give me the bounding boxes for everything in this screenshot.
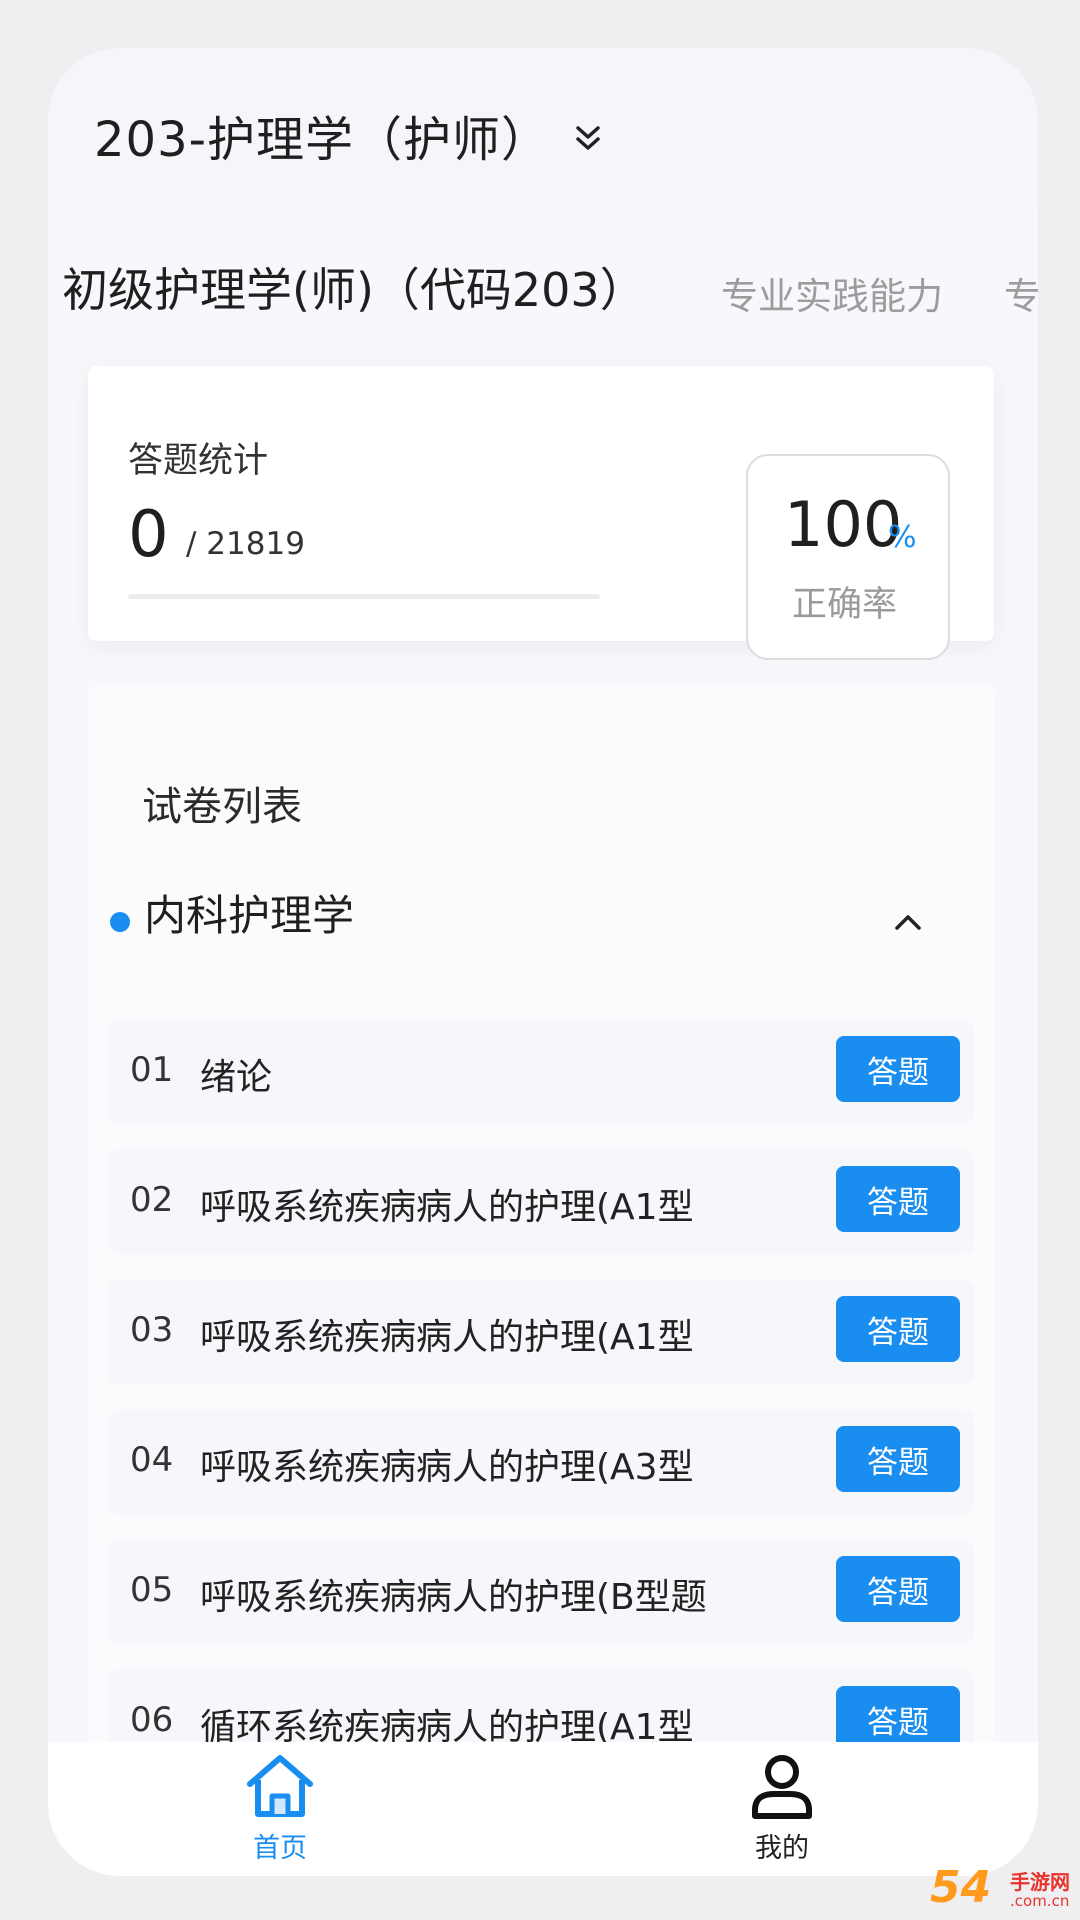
tab-professional-practice[interactable]: 专业实践能力 xyxy=(721,266,943,320)
list-item[interactable]: 02 呼吸系统疾病病人的护理(A1型 答题 xyxy=(108,1150,974,1254)
site-watermark-logo: 54 手游网 .com.cn xyxy=(930,1862,1076,1916)
answered-count: 0 xyxy=(128,498,169,572)
subject-selector[interactable]: 203-护理学（护师） xyxy=(94,100,550,170)
answer-stats-card: 答题统计 0 / 21819 100 % 正确率 xyxy=(88,366,994,660)
header: 203-护理学（护师） xyxy=(48,48,1038,208)
paper-list-title: 试卷列表 xyxy=(142,784,302,830)
watermark-line2: .com.cn xyxy=(1010,1892,1070,1910)
item-number: 04 xyxy=(130,1440,174,1480)
list-item[interactable]: 03 呼吸系统疾病病人的护理(A1型 答题 xyxy=(108,1280,974,1384)
nav-home-label: 首页 xyxy=(253,1833,307,1864)
tab-primary-nursing[interactable]: 初级护理学(师)（代码203） xyxy=(62,254,646,320)
chevron-up-icon[interactable] xyxy=(888,902,928,942)
nav-mine-label: 我的 xyxy=(755,1833,809,1864)
paper-list-card: 试卷列表 内科护理学 01 绪论 答题 02 呼吸系统疾病病人的护理(A1型 答… xyxy=(88,684,994,1844)
answer-button[interactable]: 答题 xyxy=(836,1036,960,1102)
list-item[interactable]: 04 呼吸系统疾病病人的护理(A3型 答题 xyxy=(108,1410,974,1514)
double-chevron-down-icon[interactable] xyxy=(568,118,608,158)
item-title: 呼吸系统疾病病人的护理(A3型 xyxy=(200,1447,694,1488)
answer-button[interactable]: 答题 xyxy=(836,1426,960,1492)
item-title: 呼吸系统疾病病人的护理(A1型 xyxy=(200,1187,694,1228)
item-title: 呼吸系统疾病病人的护理(B型题 xyxy=(200,1577,707,1618)
accuracy-box: 100 % 正确率 xyxy=(746,454,950,660)
user-icon xyxy=(752,1755,812,1819)
home-icon xyxy=(247,1755,313,1817)
tab-more[interactable]: 专 xyxy=(1004,266,1038,320)
section-bullet xyxy=(110,912,130,932)
item-number: 02 xyxy=(130,1180,174,1220)
item-title: 绪论 xyxy=(200,1057,273,1098)
nav-mine[interactable]: 我的 xyxy=(702,1752,862,1876)
answer-button[interactable]: 答题 xyxy=(836,1296,960,1362)
nav-home[interactable]: 首页 xyxy=(200,1752,360,1876)
section-title[interactable]: 内科护理学 xyxy=(144,882,354,943)
answer-button[interactable]: 答题 xyxy=(836,1556,960,1622)
item-number: 01 xyxy=(130,1050,174,1090)
category-tabs: 初级护理学(师)（代码203） 专业实践能力 专 xyxy=(48,208,1038,338)
list-item[interactable]: 05 呼吸系统疾病病人的护理(B型题 答题 xyxy=(108,1540,974,1644)
accuracy-unit: % xyxy=(888,520,917,555)
accuracy-value: 100 xyxy=(784,488,903,561)
total-count: / 21819 xyxy=(186,526,305,562)
list-item[interactable]: 01 绪论 答题 xyxy=(108,1020,974,1124)
stats-label: 答题统计 xyxy=(128,441,269,481)
item-number: 05 xyxy=(130,1570,174,1610)
bottom-nav: 首页 我的 xyxy=(48,1742,1038,1876)
item-title: 呼吸系统疾病病人的护理(A1型 xyxy=(200,1317,694,1358)
accuracy-label: 正确率 xyxy=(792,585,898,625)
app-screen: 203-护理学（护师） 初级护理学(师)（代码203） 专业实践能力 专 答题统… xyxy=(48,48,1038,1876)
watermark-line1: 手游网 xyxy=(1010,1870,1070,1894)
watermark-number: 54 xyxy=(930,1862,992,1913)
paper-list: 01 绪论 答题 02 呼吸系统疾病病人的护理(A1型 答题 03 呼吸系统疾病… xyxy=(108,1020,974,1800)
answer-button[interactable]: 答题 xyxy=(836,1166,960,1232)
item-number: 03 xyxy=(130,1310,174,1350)
progress-bar xyxy=(128,594,600,599)
item-number: 06 xyxy=(130,1700,174,1740)
